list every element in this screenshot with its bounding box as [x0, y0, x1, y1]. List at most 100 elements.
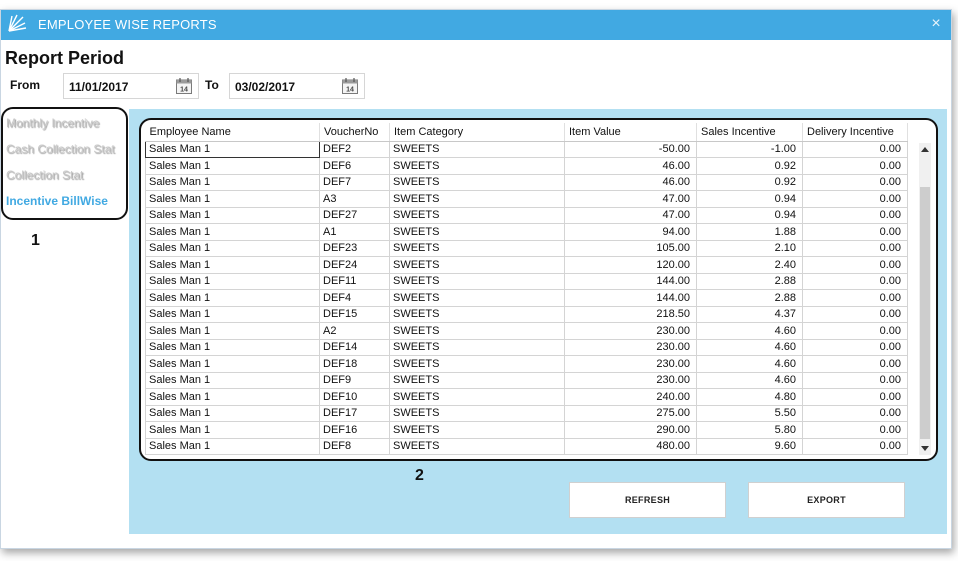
cell-employee-name[interactable]: Sales Man 1	[145, 421, 320, 439]
cell-employee-name[interactable]: Sales Man 1	[145, 157, 320, 175]
cell-item-value[interactable]: 105.00	[564, 239, 697, 257]
cell-voucher-no[interactable]: DEF23	[319, 239, 390, 257]
cell-sales-incentive[interactable]: 0.94	[696, 190, 803, 208]
cell-item-category[interactable]: SWEETS	[389, 256, 565, 274]
cell-delivery-incentive[interactable]: 0.00	[802, 437, 908, 455]
cell-employee-name[interactable]: Sales Man 1	[145, 404, 320, 422]
export-button[interactable]: EXPORT	[748, 482, 905, 518]
cell-delivery-incentive[interactable]: 0.00	[802, 388, 908, 406]
cell-item-value[interactable]: 230.00	[564, 355, 697, 373]
cell-item-category[interactable]: SWEETS	[389, 421, 565, 439]
cell-item-category[interactable]: SWEETS	[389, 157, 565, 175]
column-header-sales-incentive[interactable]: Sales Incentive	[696, 123, 803, 142]
cell-sales-incentive[interactable]: -1.00	[696, 140, 803, 158]
cell-item-category[interactable]: SWEETS	[389, 388, 565, 406]
cell-sales-incentive[interactable]: 2.10	[696, 239, 803, 257]
cell-voucher-no[interactable]: DEF27	[319, 206, 390, 224]
table-row[interactable]: Sales Man 1 DEF14 SWEETS 230.00 4.60 0.00	[145, 338, 908, 356]
cell-item-value[interactable]: 144.00	[564, 289, 697, 307]
cell-delivery-incentive[interactable]: 0.00	[802, 157, 908, 175]
cell-voucher-no[interactable]: A1	[319, 223, 390, 241]
cell-voucher-no[interactable]: DEF10	[319, 388, 390, 406]
cell-delivery-incentive[interactable]: 0.00	[802, 239, 908, 257]
cell-employee-name[interactable]: Sales Man 1	[145, 355, 320, 373]
cell-delivery-incentive[interactable]: 0.00	[802, 190, 908, 208]
cell-item-value[interactable]: 46.00	[564, 173, 697, 191]
cell-delivery-incentive[interactable]: 0.00	[802, 173, 908, 191]
cell-item-value[interactable]: 47.00	[564, 206, 697, 224]
column-header-item-category[interactable]: Item Category	[389, 123, 565, 142]
cell-voucher-no[interactable]: DEF14	[319, 338, 390, 356]
cell-item-category[interactable]: SWEETS	[389, 305, 565, 323]
cell-item-value[interactable]: 230.00	[564, 371, 697, 389]
cell-delivery-incentive[interactable]: 0.00	[802, 371, 908, 389]
column-header-item-value[interactable]: Item Value	[564, 123, 697, 142]
cell-item-category[interactable]: SWEETS	[389, 272, 565, 290]
cell-delivery-incentive[interactable]: 0.00	[802, 223, 908, 241]
cell-employee-name[interactable]: Sales Man 1	[145, 173, 320, 191]
cell-delivery-incentive[interactable]: 0.00	[802, 272, 908, 290]
cell-employee-name[interactable]: Sales Man 1	[145, 272, 320, 290]
cell-sales-incentive[interactable]: 2.40	[696, 256, 803, 274]
cell-delivery-incentive[interactable]: 0.00	[802, 206, 908, 224]
cell-voucher-no[interactable]: DEF7	[319, 173, 390, 191]
calendar-icon[interactable]: 14	[175, 77, 193, 95]
cell-voucher-no[interactable]: DEF9	[319, 371, 390, 389]
cell-employee-name[interactable]: Sales Man 1	[145, 223, 320, 241]
cell-sales-incentive[interactable]: 2.88	[696, 289, 803, 307]
nav-item-collection-stat[interactable]: Collection Stat	[6, 168, 83, 182]
table-row[interactable]: Sales Man 1 DEF9 SWEETS 230.00 4.60 0.00	[145, 371, 908, 389]
cell-delivery-incentive[interactable]: 0.00	[802, 404, 908, 422]
table-row[interactable]: Sales Man 1 DEF18 SWEETS 230.00 4.60 0.00	[145, 355, 908, 373]
cell-item-value[interactable]: 275.00	[564, 404, 697, 422]
to-date-picker[interactable]: 03/02/2017 14	[229, 73, 365, 99]
table-row[interactable]: Sales Man 1 DEF10 SWEETS 240.00 4.80 0.00	[145, 388, 908, 406]
cell-item-category[interactable]: SWEETS	[389, 173, 565, 191]
cell-item-value[interactable]: 47.00	[564, 190, 697, 208]
cell-item-category[interactable]: SWEETS	[389, 338, 565, 356]
column-header-voucher-no[interactable]: VoucherNo	[319, 123, 390, 142]
cell-sales-incentive[interactable]: 9.60	[696, 437, 803, 455]
cell-delivery-incentive[interactable]: 0.00	[802, 289, 908, 307]
cell-employee-name[interactable]: Sales Man 1	[145, 338, 320, 356]
cell-delivery-incentive[interactable]: 0.00	[802, 256, 908, 274]
cell-sales-incentive[interactable]: 0.94	[696, 206, 803, 224]
cell-voucher-no[interactable]: DEF18	[319, 355, 390, 373]
cell-delivery-incentive[interactable]: 0.00	[802, 322, 908, 340]
cell-delivery-incentive[interactable]: 0.00	[802, 305, 908, 323]
cell-voucher-no[interactable]: DEF16	[319, 421, 390, 439]
table-row[interactable]: Sales Man 1 DEF11 SWEETS 144.00 2.88 0.00	[145, 272, 908, 290]
table-row[interactable]: Sales Man 1 A1 SWEETS 94.00 1.88 0.00	[145, 223, 908, 241]
cell-voucher-no[interactable]: DEF8	[319, 437, 390, 455]
cell-employee-name[interactable]: Sales Man 1	[145, 190, 320, 208]
table-row[interactable]: Sales Man 1 DEF15 SWEETS 218.50 4.37 0.00	[145, 305, 908, 323]
cell-item-value[interactable]: 144.00	[564, 272, 697, 290]
nav-item-incentive-billwise[interactable]: Incentive BillWise	[6, 194, 108, 208]
cell-employee-name[interactable]: Sales Man 1	[145, 322, 320, 340]
table-row[interactable]: Sales Man 1 DEF6 SWEETS 46.00 0.92 0.00	[145, 157, 908, 175]
cell-delivery-incentive[interactable]: 0.00	[802, 338, 908, 356]
cell-item-value[interactable]: 290.00	[564, 421, 697, 439]
cell-sales-incentive[interactable]: 0.92	[696, 157, 803, 175]
cell-item-value[interactable]: -50.00	[564, 140, 697, 158]
cell-item-category[interactable]: SWEETS	[389, 371, 565, 389]
vertical-scrollbar[interactable]	[919, 143, 931, 455]
cell-voucher-no[interactable]: A3	[319, 190, 390, 208]
table-row[interactable]: Sales Man 1 A3 SWEETS 47.00 0.94 0.00	[145, 190, 908, 208]
cell-voucher-no[interactable]: A2	[319, 322, 390, 340]
cell-voucher-no[interactable]: DEF11	[319, 272, 390, 290]
cell-item-category[interactable]: SWEETS	[389, 355, 565, 373]
cell-employee-name[interactable]: Sales Man 1	[145, 289, 320, 307]
table-row[interactable]: Sales Man 1 DEF4 SWEETS 144.00 2.88 0.00	[145, 289, 908, 307]
cell-item-value[interactable]: 230.00	[564, 338, 697, 356]
scroll-up-icon[interactable]	[921, 147, 929, 152]
cell-sales-incentive[interactable]: 5.50	[696, 404, 803, 422]
cell-item-value[interactable]: 120.00	[564, 256, 697, 274]
cell-voucher-no[interactable]: DEF4	[319, 289, 390, 307]
cell-voucher-no[interactable]: DEF17	[319, 404, 390, 422]
cell-sales-incentive[interactable]: 4.60	[696, 355, 803, 373]
cell-sales-incentive[interactable]: 5.80	[696, 421, 803, 439]
cell-item-value[interactable]: 480.00	[564, 437, 697, 455]
table-row[interactable]: Sales Man 1 DEF2 SWEETS -50.00 -1.00 0.00	[145, 140, 908, 158]
cell-employee-name[interactable]: Sales Man 1	[145, 388, 320, 406]
